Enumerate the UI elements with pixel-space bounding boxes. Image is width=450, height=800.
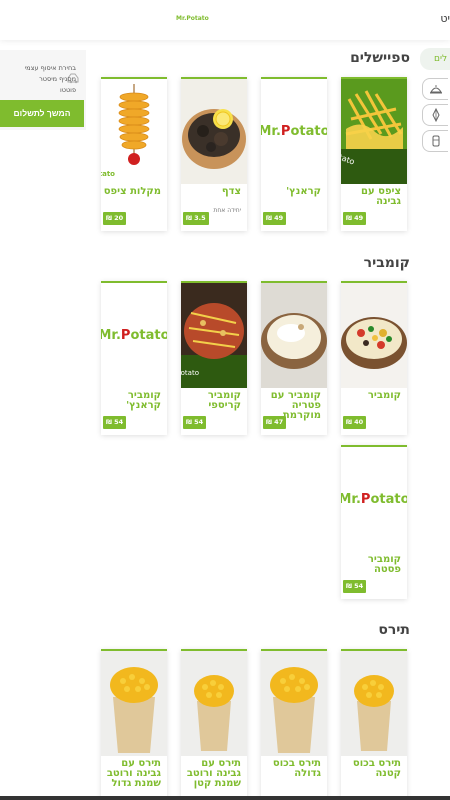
brand-logo-image: Mr.Potato: [341, 492, 407, 507]
top-bar: Mr.Potato יט: [0, 0, 450, 40]
item-name: קומביר פסטה: [367, 554, 401, 575]
item-price: 49 ₪: [263, 212, 287, 225]
menu-item-card[interactable]: קומביר 40 ₪: [341, 281, 407, 435]
potato-icon: [431, 108, 440, 122]
item-name: צדף: [221, 186, 241, 197]
menu-item-card[interactable]: Mr.Potato קומביר פסטה 54 ₪: [341, 445, 407, 599]
item-name: קומביר קריספי: [207, 390, 241, 411]
menu-item-card[interactable]: תירס עם גבינה ורוטב שמנת גדול: [101, 649, 167, 800]
category-tab-kumpir[interactable]: [422, 104, 448, 126]
item-image-corn-cheese-small: [181, 651, 247, 756]
item-name: ציפס עם גבינה: [361, 186, 401, 207]
pickup-text-line2: מסניף מיסטר: [39, 75, 76, 83]
item-price: 54 ₪: [183, 416, 207, 429]
menu-item-card[interactable]: תירס בכוס קטנה: [341, 649, 407, 800]
item-name: מקלות ציפס: [103, 186, 161, 197]
item-price: 20 ₪: [103, 212, 127, 225]
cloche-icon: [429, 85, 442, 94]
item-image-kumpir-mushroom: [261, 283, 327, 388]
menu-item-card[interactable]: Potato ציפס עם גבינה 49 ₪: [341, 77, 407, 231]
item-image-potato-stick: Mr.Potato: [101, 79, 167, 184]
menu-item-card[interactable]: Mr.Potato קומביר קראנץ' 54 ₪: [101, 281, 167, 435]
pickup-text-line1: בחירת איסוף עצמי: [24, 64, 76, 72]
item-price: 3.5 ₪: [183, 212, 209, 225]
item-name: קומביר: [367, 390, 401, 401]
menu-item-card[interactable]: Mr.Potato קראנץ' 49 ₪: [261, 77, 327, 231]
menu-item-card[interactable]: תירס עם גבינה ורוטב שמנת קטן: [181, 649, 247, 800]
item-image-corn-small: [341, 651, 407, 756]
item-image-kumpir: [341, 283, 407, 388]
menu-item-card[interactable]: Mr.Potato מקלות ציפס 20 ₪: [101, 77, 167, 231]
item-price: 49 ₪: [343, 212, 367, 225]
bottom-edge-bar: [0, 796, 450, 800]
item-name: קומביר קראנץ': [126, 390, 161, 411]
item-name: תירס עם גבינה ורוטב שמנת גדול: [106, 758, 161, 789]
checkout-button[interactable]: המשך לתשלום: [0, 100, 84, 127]
section-title-kumpir: קומביר: [363, 255, 410, 271]
brand-logo[interactable]: Mr.Potato: [176, 14, 209, 24]
item-price: 54 ₪: [343, 580, 367, 593]
section-title-corn: תירס: [378, 622, 410, 638]
item-price: 40 ₪: [343, 416, 367, 429]
menu-item-card[interactable]: Mr.Potato קומביר קריספי 54 ₪: [181, 281, 247, 435]
item-price: 54 ₪: [103, 416, 127, 429]
item-price: 47 ₪: [263, 416, 287, 429]
item-subtitle: יחידה אחת: [213, 207, 241, 214]
item-image-logo-placeholder: Mr.Potato: [101, 283, 167, 388]
pickup-text-line3: פוטטו: [59, 86, 76, 94]
svg-text:Mr.Potato: Mr.Potato: [101, 170, 115, 178]
item-name: תירס בכוס גדולה: [272, 758, 321, 779]
category-tab-active-label: לים: [434, 54, 448, 64]
brand-logo-text: Mr.Potato: [176, 15, 209, 22]
category-side-nav: לים: [418, 44, 450, 164]
item-name: תירס בכוס קטנה: [352, 758, 401, 779]
item-name: קראנץ': [286, 186, 321, 197]
header-right-text[interactable]: יט: [440, 12, 450, 25]
menu-item-card[interactable]: קומביר עם פטריה מוקרמת 47 ₪: [261, 281, 327, 435]
svg-text:Mr.Potato: Mr.Potato: [181, 369, 199, 377]
brand-logo-image: Mr.Potato: [261, 124, 327, 139]
item-image-corn-large: [261, 651, 327, 756]
item-image-corn-cheese-large: [101, 651, 167, 756]
category-tab-specials[interactable]: [422, 78, 448, 100]
section-title-specials: ספיישלים: [350, 50, 410, 66]
brand-logo-image: Mr.Potato: [101, 328, 167, 343]
cup-icon: [432, 135, 439, 147]
item-image-logo-placeholder: Mr.Potato: [261, 79, 327, 184]
category-tab-corn[interactable]: [422, 130, 448, 152]
category-tab-active[interactable]: לים: [420, 48, 450, 70]
item-image-kumpir-crispy: Mr.Potato: [181, 283, 247, 388]
item-name: תירס עם גבינה ורוטב שמנת קטן: [186, 758, 241, 789]
item-image-mussels: [181, 79, 247, 184]
menu-page: Mr.Potato יט לים בחירת איסוף עצמי מסניף …: [0, 0, 450, 800]
menu-item-card[interactable]: תירס בכוס גדולה: [261, 649, 327, 800]
item-image-cheese-fries: Potato: [341, 79, 407, 184]
menu-item-card[interactable]: צדף יחידה אחת 3.5 ₪: [181, 77, 247, 231]
item-image-logo-placeholder: Mr.Potato: [341, 447, 407, 552]
